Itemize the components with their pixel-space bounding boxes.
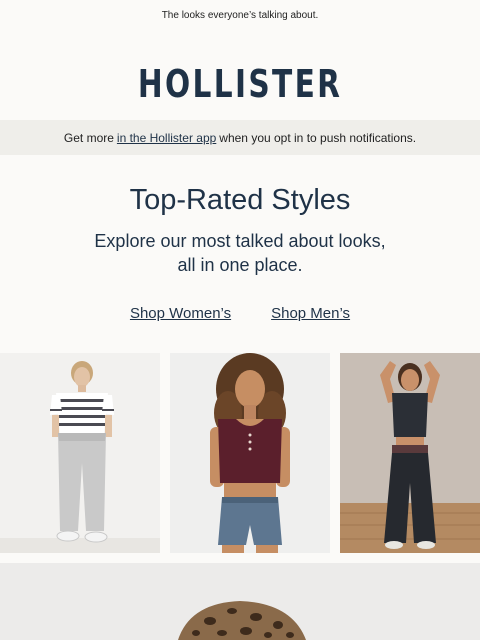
product-photo-row xyxy=(0,353,480,553)
female-model-black-outfit-image-icon xyxy=(340,353,480,553)
app-banner: Get more in the Hollister app when you o… xyxy=(0,120,480,155)
hero-subtitle-line-2: all in one place. xyxy=(177,255,303,275)
hollister-logo: HOLLISTER xyxy=(137,62,343,106)
leopard-cap-panel[interactable] xyxy=(0,563,480,640)
app-link[interactable]: in the Hollister app xyxy=(117,131,216,145)
photo-female-model-henley[interactable] xyxy=(170,353,330,553)
female-model-henley-image-icon xyxy=(170,353,330,553)
preheader-text: The looks everyone’s talking about. xyxy=(161,9,319,21)
hero-subtitle-line-1: Explore our most talked about looks, xyxy=(94,231,386,251)
photo-female-model-black[interactable] xyxy=(340,353,480,553)
shop-mens-link[interactable]: Shop Men’s xyxy=(271,305,350,322)
app-banner-prefix: Get more xyxy=(63,130,114,145)
logo-link[interactable]: HOLLISTER xyxy=(0,62,480,106)
hero-title: Top-Rated Styles xyxy=(129,184,351,216)
photo-male-model[interactable] xyxy=(0,353,160,553)
leopard-print-cap-icon xyxy=(0,563,480,640)
hero-subtitle: Explore our most talked about looks, all… xyxy=(60,229,420,277)
male-model-image-icon xyxy=(0,353,160,553)
shop-links: Shop Women’s Shop Men’s xyxy=(0,305,480,322)
shop-womens-link[interactable]: Shop Women’s xyxy=(130,305,231,322)
app-banner-suffix: when you opt in to push notifications. xyxy=(219,130,417,145)
